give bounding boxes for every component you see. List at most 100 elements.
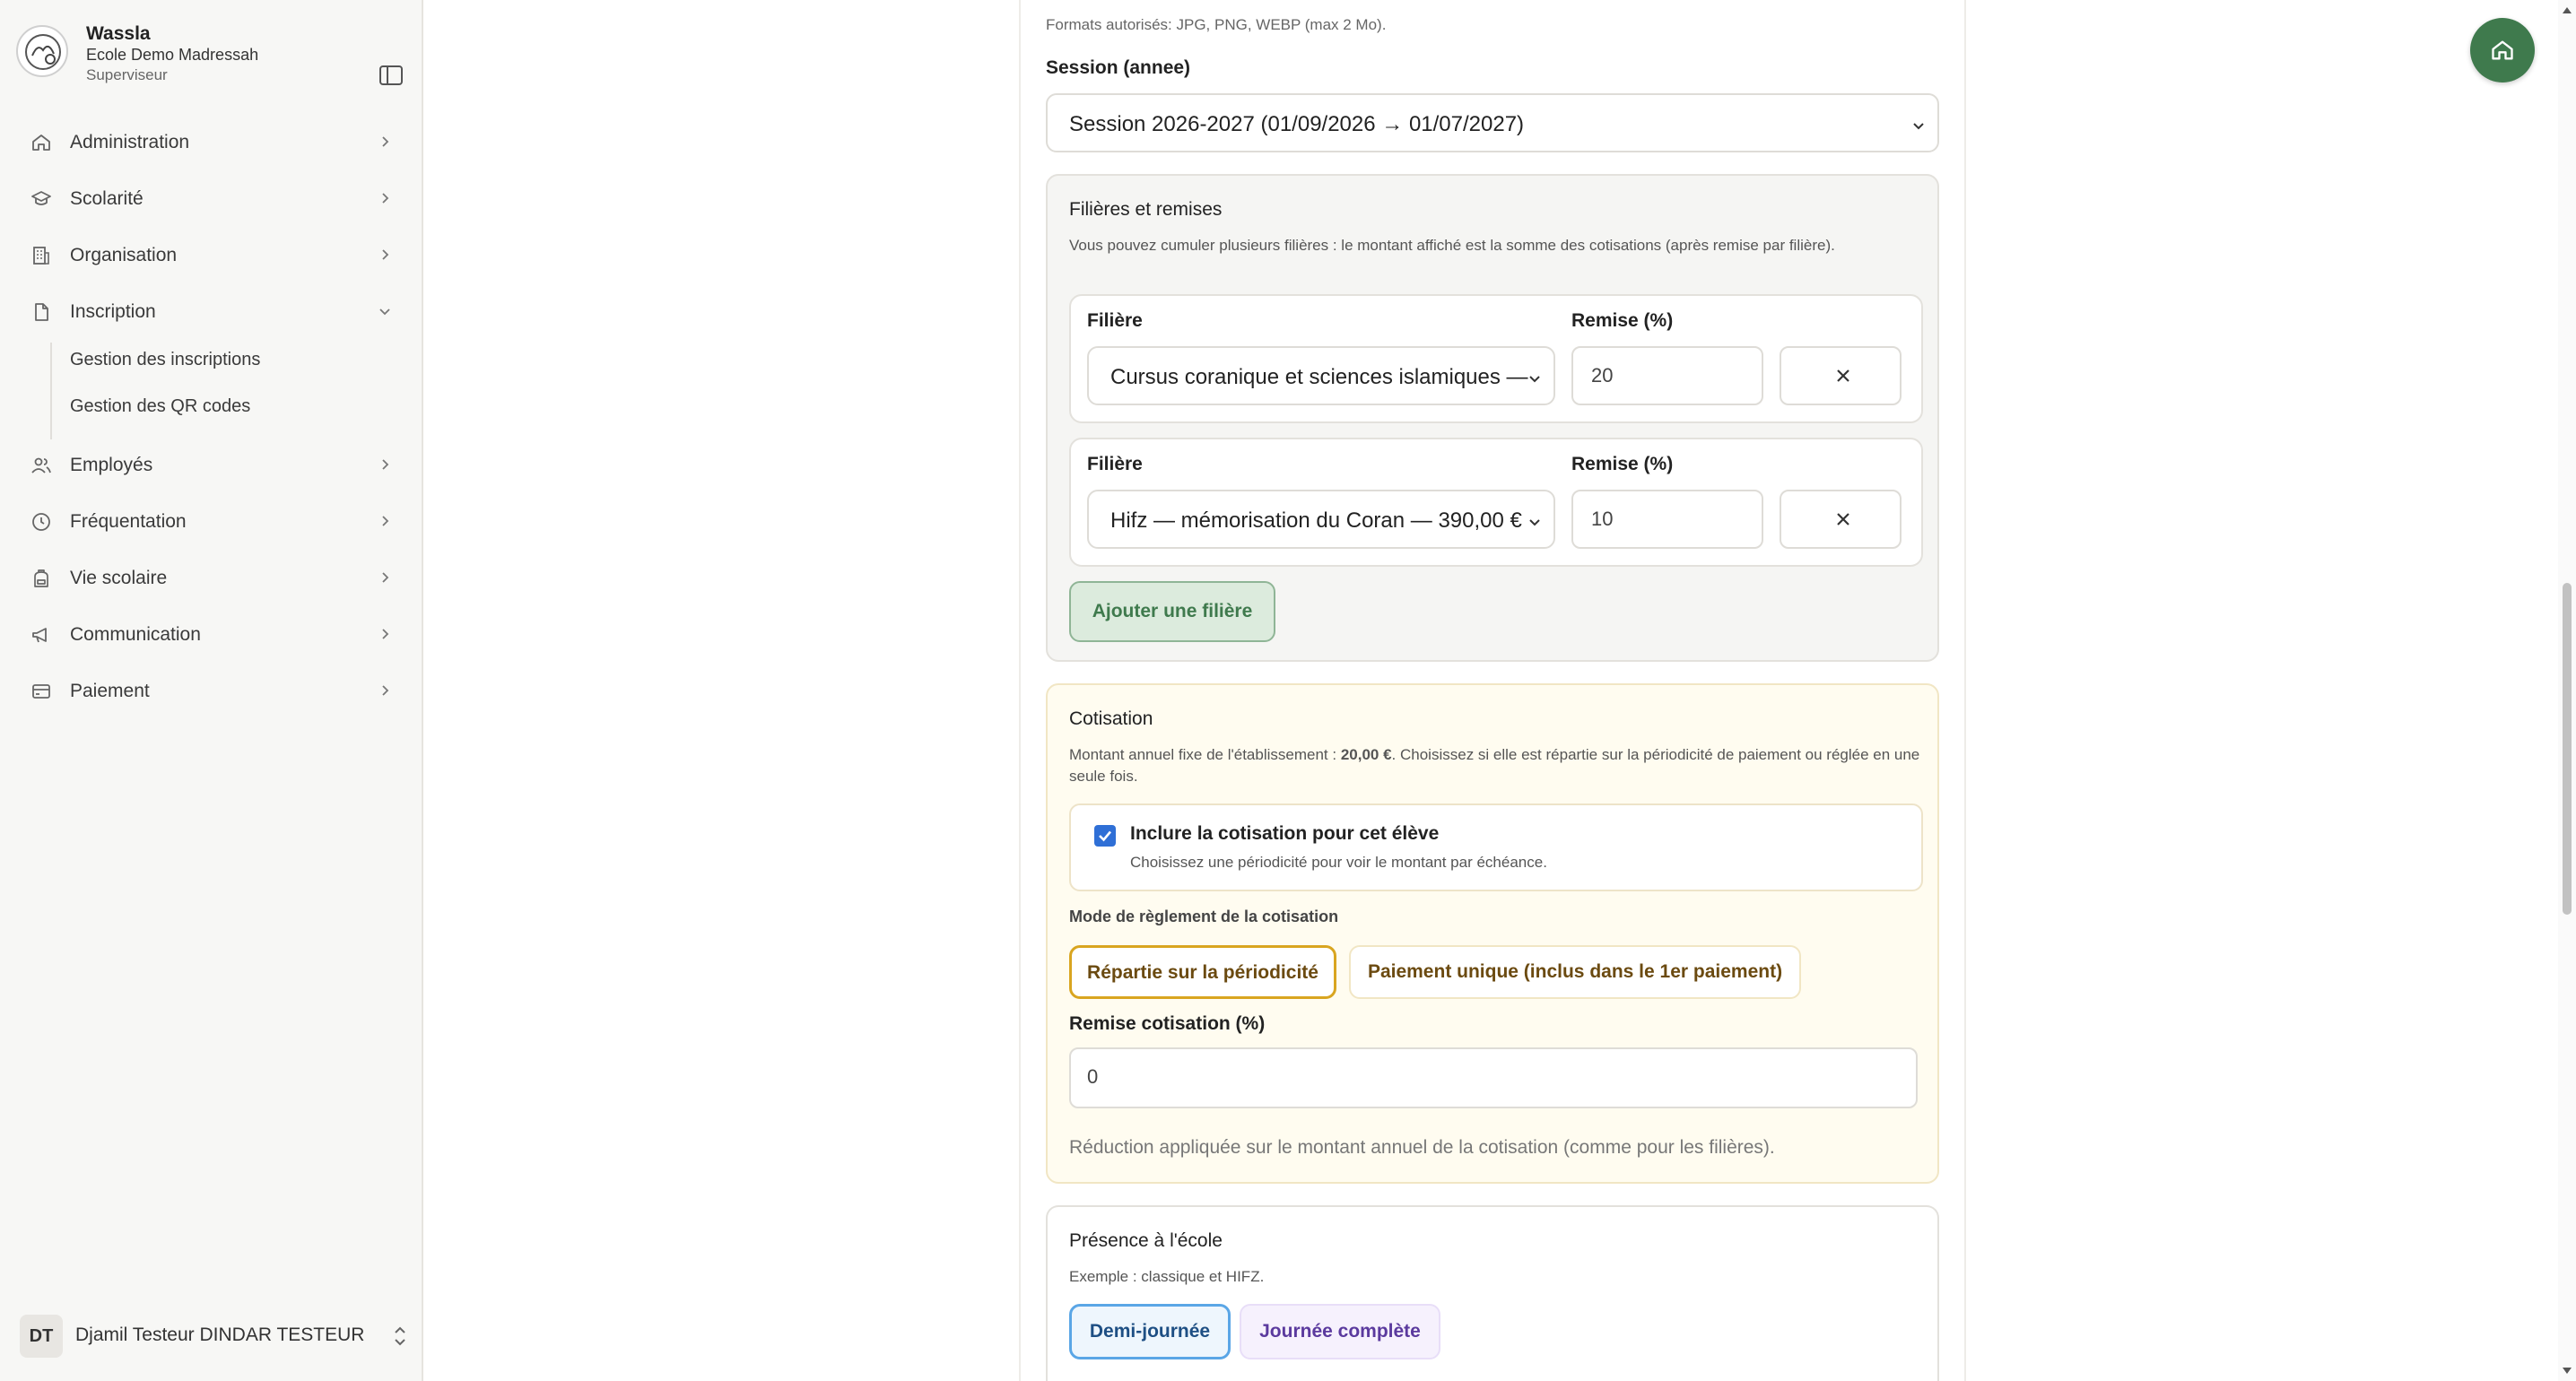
sidebar-item-label: Scolarité (70, 188, 144, 209)
remise-input[interactable]: 20 (1571, 346, 1763, 405)
filieres-description: Vous pouvez cumuler plusieurs filières :… (1069, 237, 1835, 254)
megaphone-icon (32, 628, 47, 643)
remise-input-value: 10 (1591, 508, 1614, 530)
filiere-select[interactable]: Cursus coranique et sciences islamiques … (1087, 346, 1555, 405)
filiere-select-value: Cursus coranique et sciences islamiques … (1110, 365, 1532, 389)
sidebar-item-communication[interactable]: Communication (30, 613, 398, 656)
chevron-right-icon (382, 629, 389, 639)
remise-cotisation-label: Remise cotisation (%) (1069, 1013, 1266, 1034)
credit-card-icon (32, 684, 50, 699)
avatar: DT (20, 1315, 63, 1358)
cotisation-description: Montant annuel fixe de l'établissement :… (1069, 744, 1921, 787)
filiere-row: Filière Hifz — mémorisation du Coran — 3… (1069, 438, 1923, 567)
close-icon (1837, 513, 1849, 525)
include-cotisation-help: Choisissez une périodicité pour voir le … (1130, 854, 1547, 871)
sidebar-item-paiement[interactable]: Paiement (30, 670, 398, 713)
sidebar-item-label: Organisation (70, 245, 178, 265)
mode-option-paiement-unique[interactable]: Paiement unique (inclus dans le 1er paie… (1349, 945, 1801, 999)
school-name: Ecole Demo Madressah (86, 46, 259, 64)
home-icon (32, 135, 50, 151)
remove-filiere-button[interactable] (1780, 346, 1902, 405)
presence-title: Présence à l'école (1069, 1230, 1223, 1251)
presence-option-journee-complete[interactable]: Journée complète (1240, 1304, 1440, 1359)
sidebar-item-label: Communication (70, 624, 201, 645)
sidebar-subitem-gestion-inscriptions[interactable]: Gestion des inscriptions (70, 350, 260, 386)
submenu-guide-line (50, 343, 52, 439)
chevron-right-icon (382, 193, 389, 204)
filiere-select[interactable]: Hifz — mémorisation du Coran — 390,00 € (1087, 490, 1555, 549)
include-cotisation-panel: Inclure la cotisation pour cet élève Cho… (1069, 803, 1923, 891)
scroll-down-arrow-icon[interactable] (2562, 1367, 2572, 1376)
filieres-title: Filières et remises (1069, 199, 1223, 220)
document-icon (35, 303, 48, 321)
include-cotisation-label: Inclure la cotisation pour cet élève (1130, 823, 1440, 844)
filieres-card: Filières et remises Vous pouvez cumuler … (1046, 174, 1939, 662)
chevrons-up-down-icon (395, 1326, 405, 1346)
session-select[interactable]: Session 2026-2027 (01/09/2026 → 01/07/20… (1046, 93, 1939, 152)
presence-card: Présence à l'école Exemple : classique e… (1046, 1205, 1939, 1381)
school-logo (16, 25, 68, 77)
sidebar-item-label: Inscription (70, 301, 156, 322)
cotisation-description-prefix: Montant annuel fixe de l'établissement : (1069, 746, 1341, 763)
checkmark-icon (1099, 830, 1111, 842)
remove-filiere-button[interactable] (1780, 490, 1902, 549)
cotisation-amount: 20,00 € (1340, 746, 1392, 763)
chevron-down-icon (1913, 123, 1924, 130)
page-scrollbar[interactable] (2558, 0, 2576, 1381)
chevron-right-icon (382, 249, 389, 260)
chevron-right-icon (382, 572, 389, 583)
remise-label: Remise (%) (1571, 310, 1674, 331)
chevron-right-icon (382, 685, 389, 696)
remise-label: Remise (%) (1571, 454, 1674, 474)
form-column: Formats autorisés: JPG, PNG, WEBP (max 2… (1019, 0, 1966, 1381)
chevron-right-icon (382, 459, 389, 470)
brand-name: Wassla (86, 23, 151, 44)
remise-cotisation-input[interactable]: 0 (1069, 1047, 1918, 1108)
chevron-right-icon (382, 136, 389, 147)
close-icon (1837, 369, 1849, 382)
sidebar-item-vie-scolaire[interactable]: Vie scolaire (30, 557, 398, 600)
sidebar-item-label: Paiement (70, 681, 150, 701)
sidebar-item-frequentation[interactable]: Fréquentation (30, 500, 398, 543)
brand-header: Wassla Ecole Demo Madressah Superviseur (16, 23, 411, 85)
scrollbar-thumb[interactable] (2563, 583, 2572, 915)
sidebar-item-scolarite[interactable]: Scolarité (30, 178, 398, 221)
remise-cotisation-help: Réduction appliquée sur le montant annue… (1069, 1137, 1775, 1158)
building-icon (33, 247, 49, 265)
session-select-value: Session 2026-2027 (01/09/2026 → 01/07/20… (1069, 112, 1525, 136)
user-role: Superviseur (86, 66, 168, 83)
cotisation-title: Cotisation (1069, 708, 1153, 729)
sidebar-item-label: Fréquentation (70, 511, 187, 532)
add-filiere-button[interactable]: Ajouter une filière (1069, 581, 1275, 642)
photo-formats-hint: Formats autorisés: JPG, PNG, WEBP (max 2… (1046, 16, 1387, 33)
cotisation-card: Cotisation Montant annuel fixe de l'étab… (1046, 683, 1939, 1184)
chevron-down-icon (379, 308, 390, 316)
chevron-down-icon (1529, 519, 1540, 526)
panel-left-icon (379, 65, 403, 85)
sidebar-item-employes[interactable]: Employés (30, 444, 398, 487)
sidebar-item-administration[interactable]: Administration (30, 121, 398, 164)
remise-input[interactable]: 10 (1571, 490, 1763, 549)
sidebar-item-organisation[interactable]: Organisation (30, 234, 398, 277)
mode-option-repartie[interactable]: Répartie sur la périodicité (1069, 945, 1336, 999)
include-cotisation-checkbox[interactable] (1094, 825, 1116, 847)
sidebar-toggle-button[interactable] (379, 65, 404, 86)
home-icon (2492, 40, 2513, 60)
mode-reglement-label: Mode de règlement de la cotisation (1069, 908, 1339, 925)
sidebar-subitem-gestion-qr-codes[interactable]: Gestion des QR codes (70, 396, 250, 432)
filiere-label: Filière (1087, 310, 1143, 331)
sidebar-item-label: Administration (70, 132, 190, 152)
sidebar-item-label: Vie scolaire (70, 568, 168, 588)
user-name: Djamil Testeur DINDAR TESTEUR (75, 1325, 365, 1345)
remise-cotisation-value: 0 (1087, 1065, 1099, 1088)
filiere-row: Filière Cursus coranique et sciences isl… (1069, 294, 1923, 423)
home-button[interactable] (2470, 18, 2535, 83)
user-menu[interactable]: DT Djamil Testeur DINDAR TESTEUR (20, 1311, 414, 1361)
presence-option-demi-journee[interactable]: Demi-journée (1069, 1304, 1231, 1359)
session-label: Session (annee) (1046, 57, 1191, 78)
sidebar-item-inscription[interactable]: Inscription (30, 291, 398, 334)
filiere-select-value: Hifz — mémorisation du Coran — 390,00 € (1110, 508, 1522, 533)
presence-example: Exemple : classique et HIFZ. (1069, 1268, 1265, 1285)
chevron-down-icon (1529, 376, 1540, 383)
scroll-up-arrow-icon[interactable] (2562, 5, 2572, 14)
